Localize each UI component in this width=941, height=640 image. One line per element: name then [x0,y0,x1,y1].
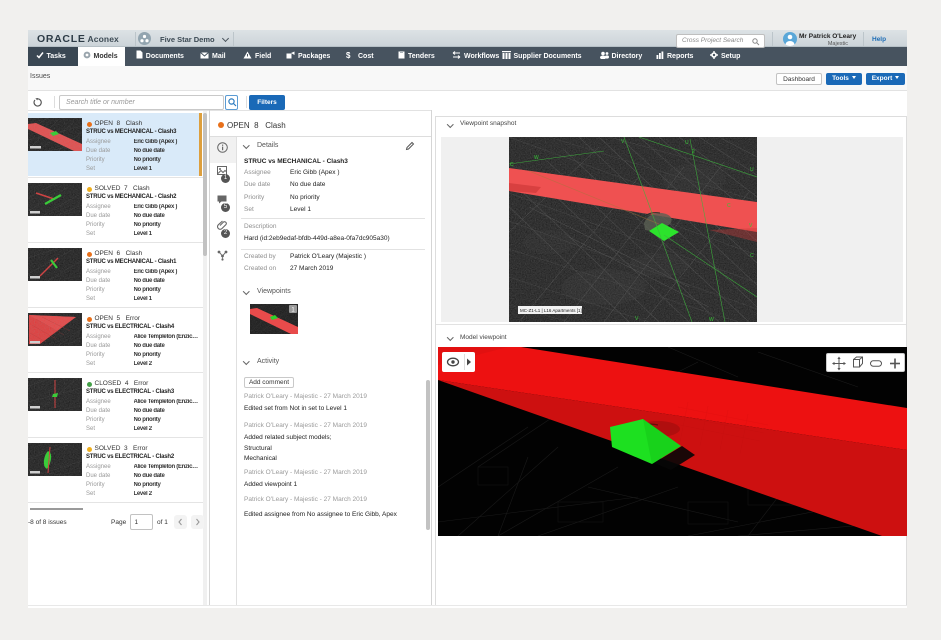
svg-text:MC-Z1-L1 | L16 Apartments [1]: MC-Z1-L1 | L16 Apartments [1] [520,308,582,313]
svg-text:C: C [510,162,514,168]
svg-text:C: C [750,253,754,259]
svg-text:2: 2 [692,149,695,155]
svg-text:C: C [727,203,731,209]
svg-text:U: U [750,167,754,173]
svg-text:$: $ [346,51,351,59]
svg-text:W: W [534,155,539,161]
svg-text:W: W [709,317,714,322]
svg-text:U: U [685,140,689,146]
